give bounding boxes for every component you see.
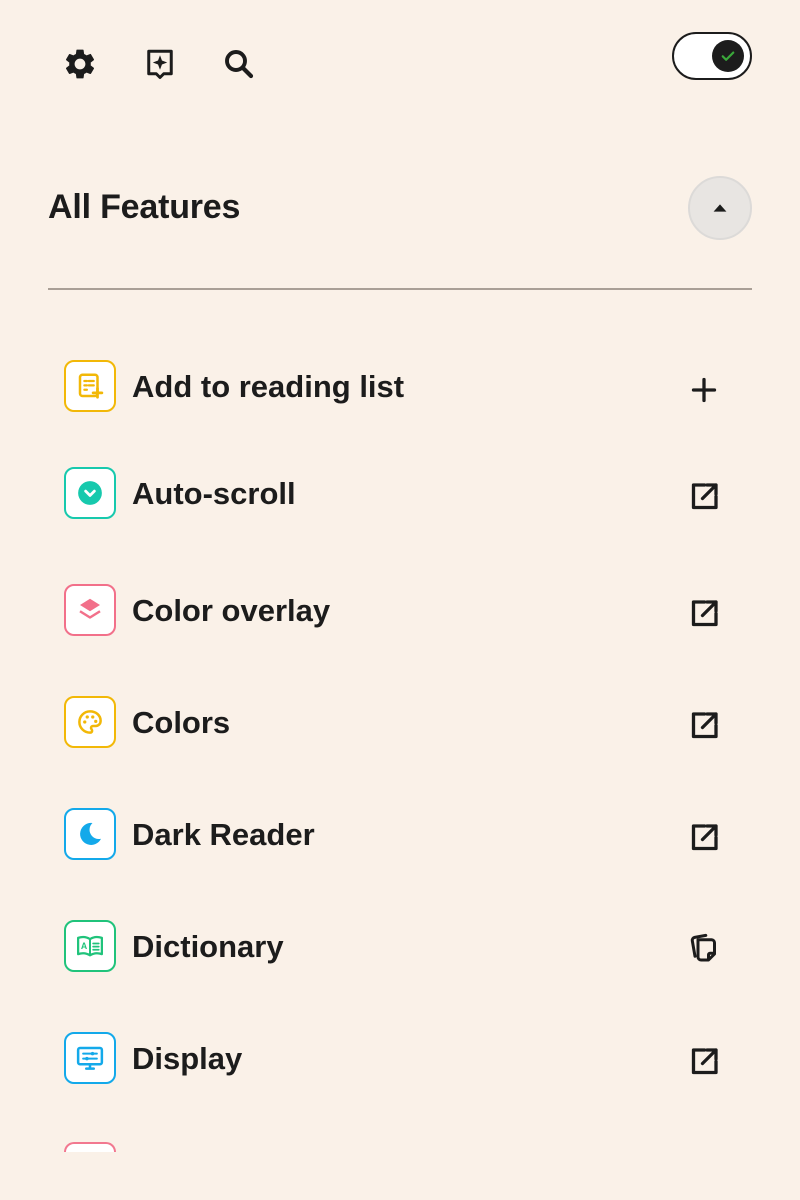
feature-item-dictionary[interactable]: A Dictionary [64,920,736,972]
chevron-down-circle-icon [64,467,116,519]
extension-enabled-toggle[interactable] [672,32,752,80]
feature-item-color-overlay[interactable]: Color overlay [64,584,736,636]
section-title: All Features [48,188,241,226]
caret-up-icon [713,204,727,212]
feature-label: Dictionary [132,929,284,964]
sparkle-note-icon[interactable] [140,44,180,84]
dictionary-book-icon: A [64,920,116,972]
open-external-icon[interactable] [684,477,724,517]
partial-feature-badge [64,1142,116,1152]
feature-label: Auto-scroll [132,476,296,511]
section-header: All Features [48,176,752,240]
reading-list-add-icon [64,360,116,412]
feature-label: Color overlay [132,593,331,628]
open-external-icon[interactable] [684,818,724,858]
open-external-icon[interactable] [684,706,724,746]
top-toolbar [0,0,800,130]
feature-item-auto-scroll[interactable]: Auto-scroll [64,467,736,519]
feature-item-colors[interactable]: Colors [64,696,736,748]
collapse-section-button[interactable] [688,176,752,240]
open-external-icon[interactable] [684,1042,724,1082]
feature-label: Display [132,1041,243,1076]
section-divider [48,288,752,290]
feature-item-display[interactable]: Display [64,1032,736,1084]
plus-icon[interactable] [684,370,724,410]
search-icon[interactable] [219,44,259,84]
toggle-knob [712,40,744,72]
layers-icon [64,584,116,636]
moon-icon [64,808,116,860]
feature-label: Dark Reader [132,817,315,852]
display-settings-icon [64,1032,116,1084]
feature-item-add-to-reading-list[interactable]: Add to reading list [64,360,736,412]
feature-label: Add to reading list [132,369,405,404]
settings-gear-icon[interactable] [60,44,100,84]
feature-item-dark-reader[interactable]: Dark Reader [64,808,736,860]
checkmark-icon [721,51,735,61]
copy-pages-icon[interactable] [684,928,724,968]
svg-text:A: A [81,941,88,951]
open-external-icon[interactable] [684,594,724,634]
feature-label: Colors [132,705,231,740]
palette-icon [64,696,116,748]
